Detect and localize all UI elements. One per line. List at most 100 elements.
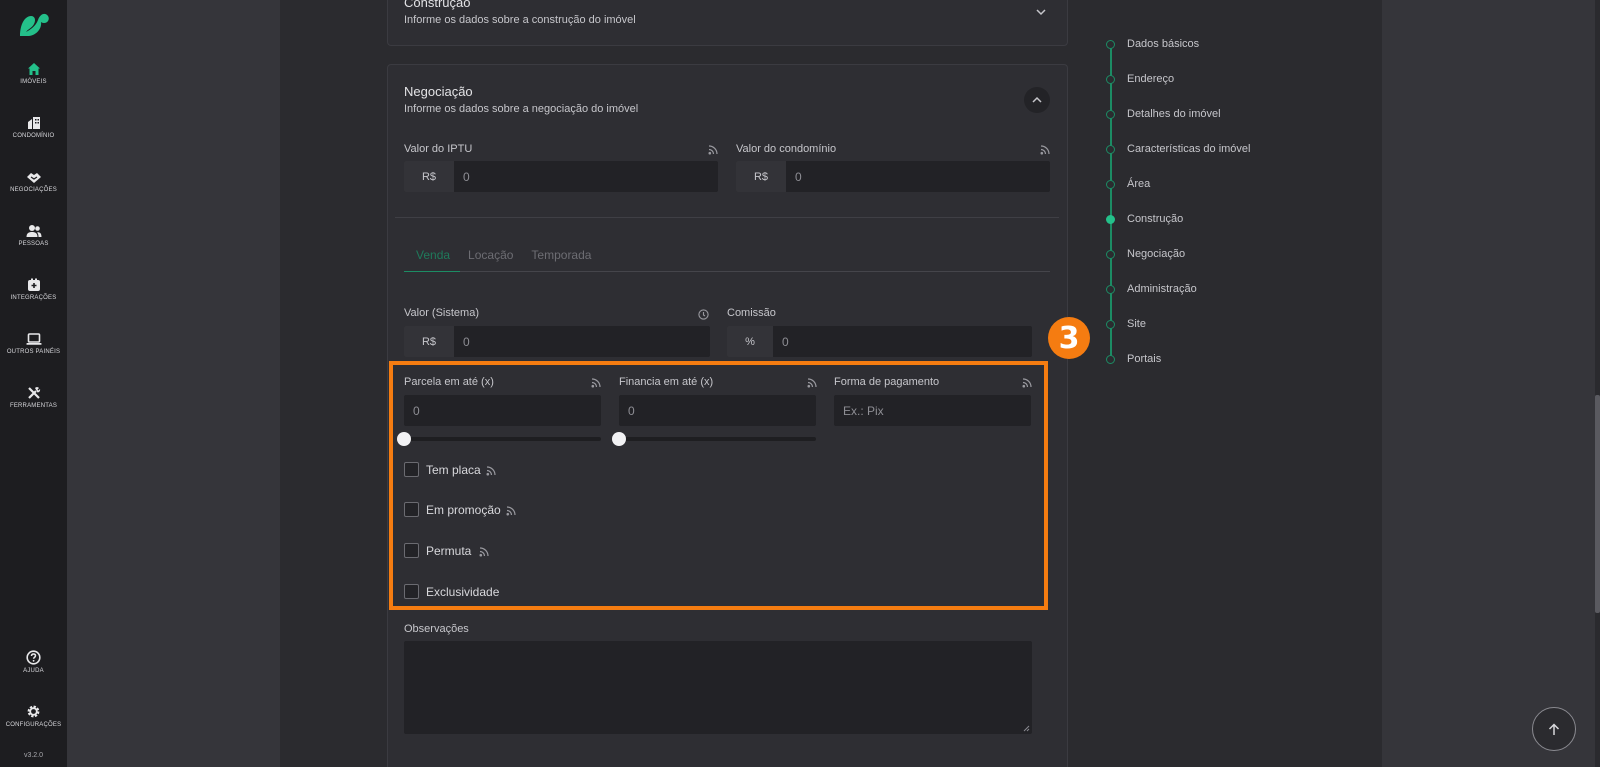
step-label: Construção	[1127, 213, 1184, 225]
currency-prefix: R$	[404, 161, 454, 192]
tab-temporada[interactable]: Temporada	[531, 248, 591, 262]
sidebar-item-label: AJUDA	[23, 668, 44, 674]
step-dot	[1106, 74, 1115, 84]
step-label: Portais	[1127, 353, 1162, 365]
iptu-input[interactable]: R$ 0	[404, 161, 718, 192]
sidebar-item-ferramentas[interactable]: FERRAMENTAS	[0, 386, 67, 409]
step-dot	[1106, 39, 1115, 49]
sidebar-item-label: CONFIGURAÇÕES	[5, 722, 62, 728]
step-dot	[1106, 319, 1115, 329]
people-icon	[26, 225, 41, 237]
sidebar-item-label: OUTROS PAINÉIS	[6, 349, 61, 355]
section-divider	[395, 217, 1059, 218]
currency-prefix: R$	[404, 326, 454, 357]
step-dot	[1106, 284, 1115, 294]
step-dot	[1106, 144, 1115, 154]
sidebar-item-integracoes[interactable]: INTEGRAÇÕES	[0, 278, 67, 301]
sidebar-item-pessoas[interactable]: PESSOAS	[0, 224, 67, 247]
sidebar-item-label: IMÓVEIS	[20, 79, 47, 85]
iptu-value: 0	[463, 169, 470, 184]
step-portais[interactable]: Portais	[1106, 353, 1161, 365]
chevron-down-icon	[1036, 9, 1046, 16]
sidebar-item-label: FERRAMENTAS	[9, 403, 58, 409]
sidebar-item-negociacoes[interactable]: NEGOCIAÇÕES	[0, 170, 67, 193]
tab-locacao[interactable]: Locação	[468, 248, 513, 262]
construcao-title: Construção	[404, 0, 471, 10]
logo-icon	[20, 13, 49, 36]
step-site[interactable]: Site	[1106, 318, 1146, 330]
step-dot	[1106, 109, 1115, 119]
construcao-card: Construção Informe os dados sobre a cons…	[387, 0, 1068, 46]
active-tab-indicator	[404, 271, 460, 272]
comissao-label: Comissão	[727, 307, 776, 319]
negociacao-subtitle: Informe os dados sobre a negociação do i…	[404, 103, 639, 115]
sidebar-item-label: PESSOAS	[18, 241, 49, 247]
app-version: v3.2.0	[23, 752, 44, 759]
valor-sistema-input[interactable]: R$ 0	[404, 326, 710, 357]
gear-icon	[27, 705, 40, 718]
rss-icon[interactable]	[708, 145, 718, 155]
building-icon	[27, 117, 40, 129]
tools-icon	[27, 387, 40, 399]
step-negociacao[interactable]: Negociação	[1106, 248, 1185, 260]
observacoes-textarea[interactable]	[404, 641, 1032, 734]
sidebar-item-outros-paineis[interactable]: OUTROS PAINÉIS	[0, 332, 67, 355]
sidebar: IMÓVEIS CONDOMÍNIO NEGOCIAÇÕES PESSOAS I…	[0, 0, 67, 767]
negociacao-collapse-button[interactable]	[1024, 87, 1050, 113]
comissao-value: 0	[782, 334, 789, 349]
sidebar-item-imoveis[interactable]: IMÓVEIS	[0, 62, 67, 85]
construcao-subtitle: Informe os dados sobre a construção do i…	[404, 14, 636, 26]
currency-prefix: R$	[736, 161, 786, 192]
sidebar-item-label: INTEGRAÇÕES	[10, 295, 57, 301]
left-gutter	[67, 0, 280, 767]
integration-icon	[27, 278, 40, 291]
step-dados-basicos[interactable]: Dados básicos	[1106, 38, 1199, 50]
step-dot	[1106, 249, 1115, 259]
page-scrollbar-thumb[interactable]	[1595, 395, 1600, 613]
negociacao-title: Negociação	[404, 84, 473, 99]
annotation-highlight-box	[389, 361, 1048, 610]
step-area[interactable]: Área	[1106, 178, 1150, 190]
resize-handle-icon[interactable]	[1023, 725, 1030, 732]
step-label: Administração	[1127, 283, 1197, 295]
condominio-label: Valor do condomínio	[736, 143, 837, 155]
page-scrollbar-track[interactable]	[1595, 0, 1600, 767]
step-detalhes-imovel[interactable]: Detalhes do imóvel	[1106, 108, 1221, 120]
step-dot	[1106, 179, 1115, 189]
sidebar-item-ajuda[interactable]: AJUDA	[0, 650, 67, 674]
rss-icon[interactable]	[1040, 145, 1050, 155]
home-icon	[27, 63, 40, 75]
construcao-expand-button[interactable]	[1028, 0, 1054, 25]
condominio-value: 0	[795, 169, 802, 184]
iptu-label: Valor do IPTU	[404, 143, 473, 155]
condominio-input[interactable]: R$ 0	[736, 161, 1050, 192]
step-label: Endereço	[1127, 73, 1175, 85]
valor-sistema-label: Valor (Sistema)	[404, 307, 479, 319]
scroll-to-top-button[interactable]	[1532, 707, 1576, 751]
step-label: Site	[1127, 318, 1146, 330]
stepper-line	[1110, 46, 1112, 362]
annotation-step-badge: 3	[1048, 317, 1090, 359]
sidebar-item-label: CONDOMÍNIO	[12, 133, 55, 139]
valor-sistema-value: 0	[463, 334, 470, 349]
step-construcao[interactable]: Construção	[1106, 213, 1183, 225]
observacoes-label: Observações	[404, 623, 469, 635]
comissao-input[interactable]: % 0	[727, 326, 1032, 357]
info-icon[interactable]	[698, 309, 709, 320]
right-gutter	[1382, 0, 1595, 767]
step-label: Negociação	[1127, 248, 1186, 260]
step-endereco[interactable]: Endereço	[1106, 73, 1174, 85]
tab-venda[interactable]: Venda	[416, 248, 450, 262]
step-label: Dados básicos	[1127, 38, 1200, 50]
sidebar-item-condominio[interactable]: CONDOMÍNIO	[0, 116, 67, 139]
step-label: Detalhes do imóvel	[1127, 108, 1221, 120]
tabs-underline	[404, 271, 1050, 272]
sidebar-item-label: NEGOCIAÇÕES	[10, 187, 57, 193]
step-caracteristicas-imovel[interactable]: Características do imóvel	[1106, 143, 1251, 155]
step-dot-active	[1106, 214, 1115, 224]
step-administracao[interactable]: Administração	[1106, 283, 1197, 295]
sidebar-item-configuracoes[interactable]: CONFIGURAÇÕES	[0, 704, 67, 728]
negociacao-tabs: Venda Locação Temporada	[416, 248, 609, 262]
step-label: Características do imóvel	[1127, 143, 1251, 155]
help-icon	[26, 650, 41, 665]
